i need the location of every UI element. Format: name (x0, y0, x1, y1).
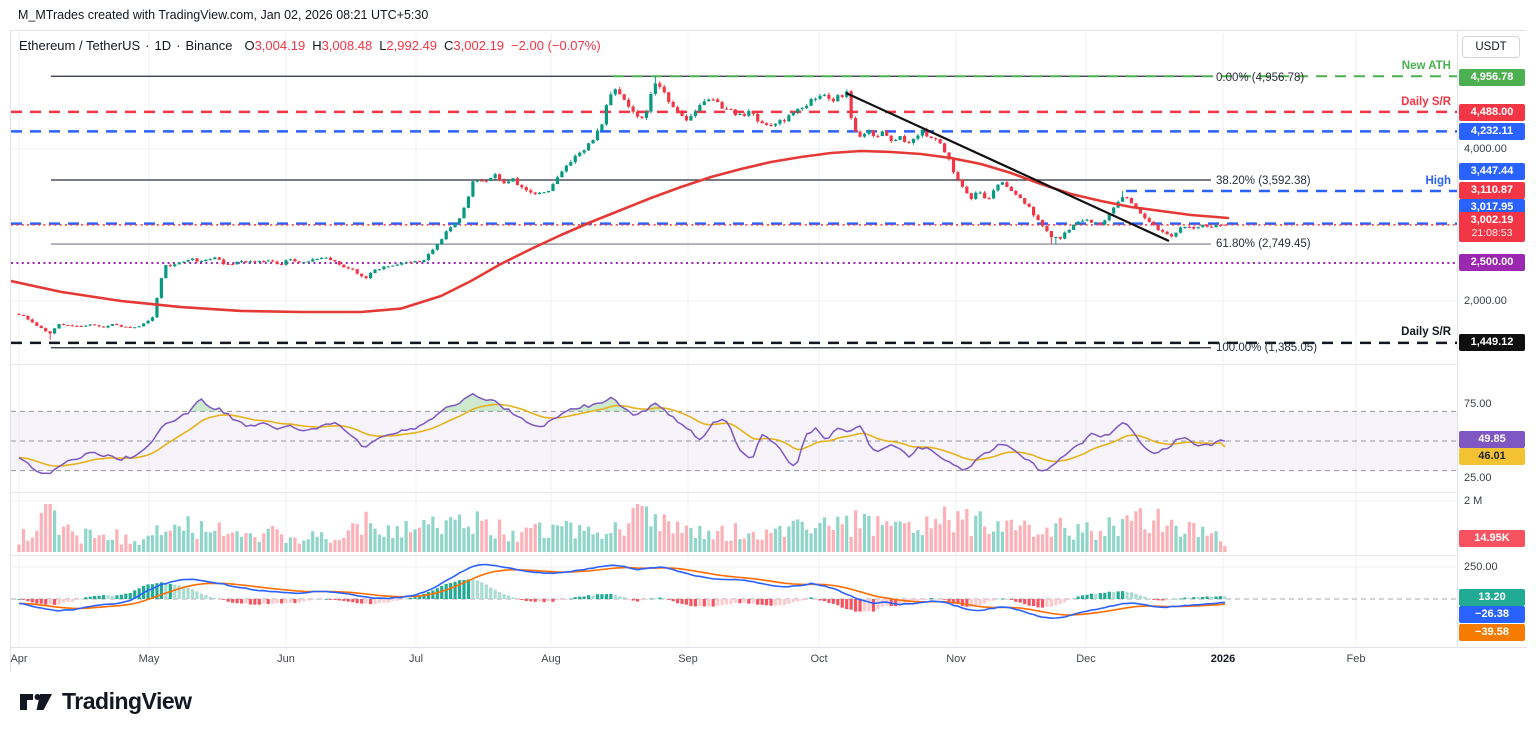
ohlc-item: H3,008.48 (312, 38, 372, 53)
price-badge: 49.85 (1459, 431, 1525, 448)
tradingview-logo[interactable]: TradingView (18, 688, 192, 715)
time-axis-label: Dec (1076, 653, 1096, 665)
time-axis-label: 2026 (1211, 653, 1235, 665)
chart-container: Ethereum / TetherUS·1D·BinanceO3,004.19H… (10, 30, 1526, 672)
time-axis-label: Jul (409, 653, 423, 665)
price-badge: 3,002.1921:08:53 (1459, 212, 1525, 242)
price-badge: 4,232.11 (1459, 123, 1525, 140)
time-axis-label: Jun (277, 653, 295, 665)
price-badge: 14.95K (1459, 530, 1525, 547)
pane-separator[interactable] (11, 492, 1527, 493)
price-badge: 4,488.00 (1459, 104, 1525, 121)
time-axis-label: May (139, 653, 160, 665)
time-axis-label: Apr (10, 653, 27, 665)
pane-separator[interactable] (11, 364, 1527, 365)
time-axis-label: Oct (810, 653, 827, 665)
top-toolbar: M_MTrades created with TradingView.com, … (0, 0, 1536, 30)
axis-price-label: 4,000.00 (1464, 143, 1507, 155)
time-axis-label: Sep (678, 653, 698, 665)
fib-level-label: 38.20% (3,592.38) (1216, 175, 1311, 187)
time-axis-label: Aug (541, 653, 561, 665)
change-value: −2.00 (−0.07%) (511, 38, 601, 53)
watermark-credit: M_MTrades created with TradingView.com, … (18, 8, 428, 22)
currency-toggle-button[interactable]: USDT (1462, 36, 1520, 58)
level-line-label: High (1425, 175, 1451, 187)
pane-separator[interactable] (11, 555, 1527, 556)
price-badge: 13.20 (1459, 589, 1525, 606)
ohlc-item: L2,992.49 (379, 38, 437, 53)
time-axis-label: Feb (1347, 653, 1366, 665)
fib-level-label: 61.80% (2,749.45) (1216, 238, 1311, 250)
axis-price-label: 75.00 (1464, 398, 1492, 410)
time-axis[interactable]: Apr May Jun Jul Aug Sep Oct Nov Dec 2026 Feb (11, 647, 1527, 673)
symbol-title: Ethereum / TetherUS (19, 38, 140, 53)
exchange-label: Binance (185, 38, 232, 53)
fib-level-label: 100.00% (1,385.05) (1216, 342, 1317, 354)
interval-label: 1D (155, 38, 172, 53)
price-badge: 1,449.12 (1459, 334, 1525, 351)
level-line-label: Daily S/R (1401, 326, 1451, 338)
price-scale[interactable]: USDT 4,956.78 4,488.00 4,232.11 3,447.44 3,1… (1457, 31, 1527, 647)
time-axis-label: Nov (946, 653, 966, 665)
axis-price-label: 2,000.00 (1464, 295, 1507, 307)
symbol-legend[interactable]: Ethereum / TetherUS·1D·BinanceO3,004.19H… (19, 38, 601, 53)
level-line-label: New ATH (1402, 60, 1451, 72)
ohlc-item: C3,002.19 (444, 38, 504, 53)
price-badge: 3,447.44 (1459, 163, 1525, 180)
price-badge: 2,500.00 (1459, 254, 1525, 271)
price-badge: 46.01 (1459, 448, 1525, 465)
level-line-label: Daily S/R (1401, 96, 1451, 108)
price-badge: −26.38 (1459, 606, 1525, 623)
tradingview-logo-icon (18, 690, 54, 714)
price-badge: 3,110.87 (1459, 182, 1525, 199)
tradingview-logo-text: TradingView (62, 688, 192, 715)
ohlc-item: O3,004.19 (244, 38, 305, 53)
price-badge: 4,956.78 (1459, 69, 1525, 86)
price-badge: −39.58 (1459, 624, 1525, 641)
axis-price-label: 250.00 (1464, 561, 1498, 573)
axis-price-label: 2 M (1464, 495, 1482, 507)
ohlc-values: O3,004.19 H3,008.48 L2,992.49 C3,002.19 (237, 38, 504, 53)
axis-price-label: 25.00 (1464, 472, 1492, 484)
page-footer: TradingView (0, 672, 1536, 734)
fib-level-label: 0.00% (4,956.78) (1216, 72, 1304, 84)
